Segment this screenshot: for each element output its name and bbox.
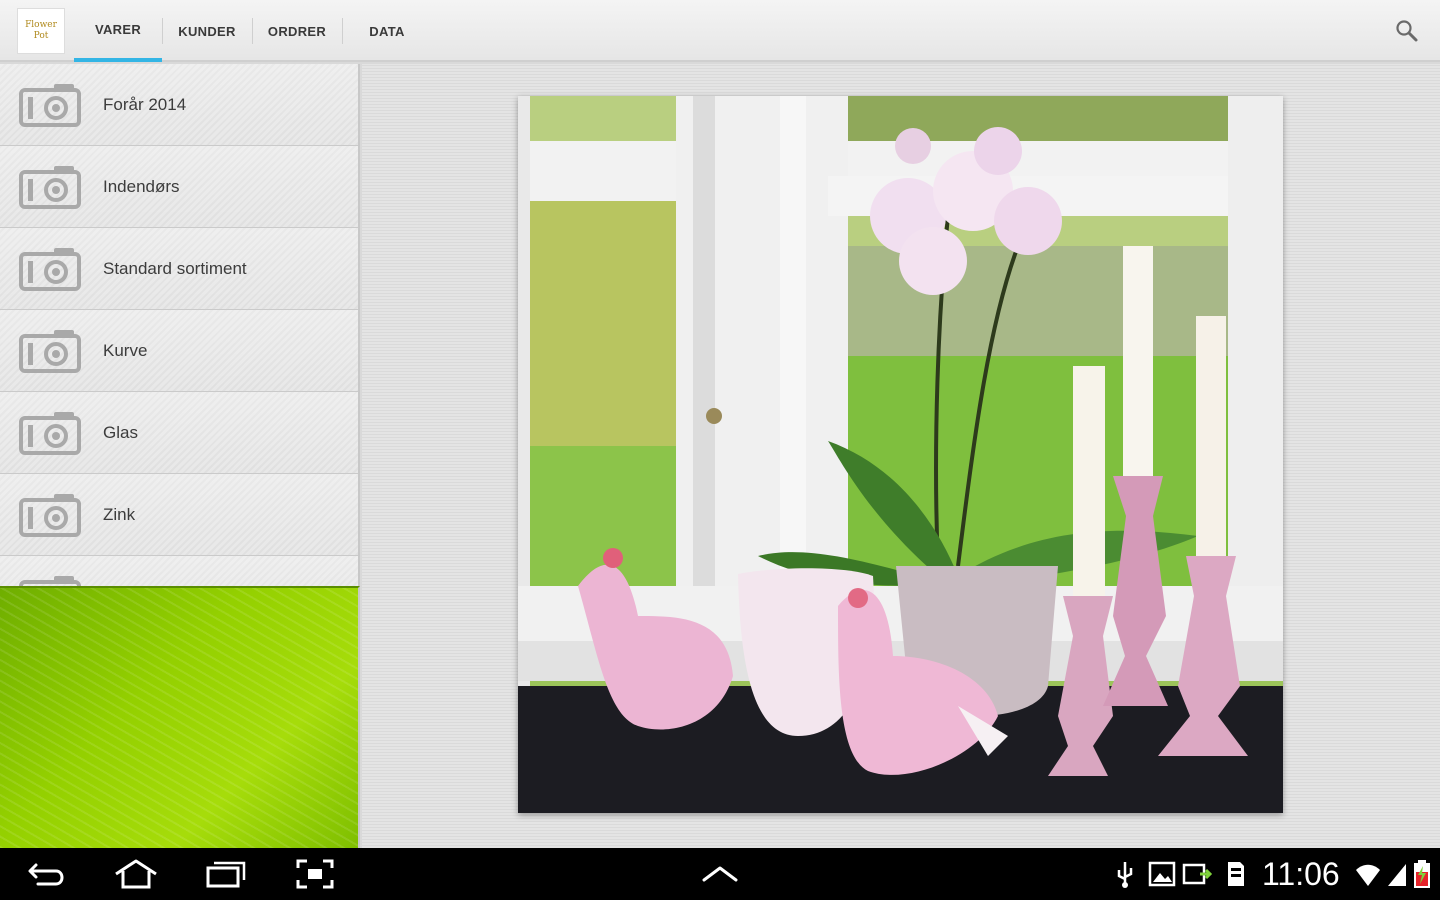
action-bar: Flower Pot VARER KUNDER ORDRER DATA <box>0 0 1440 62</box>
tab-label: ORDRER <box>267 23 327 39</box>
camera-icon <box>19 83 81 127</box>
home-icon[interactable] <box>112 858 160 890</box>
tab-ordrer[interactable]: ORDRER <box>252 0 342 62</box>
list-item-label: Zink <box>103 504 136 524</box>
list-item-foraar-2014[interactable]: Forår 2014 <box>0 64 358 146</box>
app-logo[interactable]: Flower Pot <box>17 8 65 54</box>
search-icon[interactable] <box>1394 18 1420 44</box>
leaf-background-image <box>0 586 360 848</box>
tab-data[interactable]: DATA <box>342 0 432 62</box>
gallery-icon <box>1148 861 1176 887</box>
list-item-indendoers[interactable]: Indendørs <box>0 146 358 228</box>
usb-icon <box>1117 862 1133 888</box>
camera-icon <box>19 247 81 291</box>
list-item-kurve[interactable]: Kurve <box>0 310 358 392</box>
tab-varer[interactable]: VARER <box>74 0 162 62</box>
list-item-label: Forår 2014 <box>103 94 187 114</box>
back-icon[interactable] <box>26 860 68 888</box>
list-item-label: Indendørs <box>103 176 180 196</box>
logo-line-1: Flower <box>25 20 57 30</box>
wifi-icon <box>1356 864 1380 886</box>
list-item-zink[interactable]: Zink <box>0 474 358 556</box>
camera-icon <box>19 493 81 537</box>
list-item-standard-sortiment[interactable]: Standard sortiment <box>0 228 358 310</box>
recent-apps-icon[interactable] <box>204 860 248 888</box>
content-area <box>362 64 1440 848</box>
tab-kunder[interactable]: KUNDER <box>162 0 252 62</box>
signal-icon <box>1388 864 1406 886</box>
list-item-glas[interactable]: Glas <box>0 392 358 474</box>
list-item-label: Kurve <box>103 340 148 360</box>
camera-icon <box>19 575 81 586</box>
system-nav-bar <box>0 848 1440 900</box>
camera-icon <box>19 329 81 373</box>
list-item-label: Glas <box>103 422 138 442</box>
camera-icon <box>19 411 81 455</box>
status-clock: 11:06 <box>1262 856 1340 892</box>
battery-icon <box>1414 860 1430 888</box>
list-item-partial[interactable] <box>0 556 358 586</box>
screenshot-icon[interactable] <box>295 858 335 890</box>
tab-bar: VARER KUNDER ORDRER DATA <box>74 0 432 62</box>
tab-label: VARER <box>94 21 142 37</box>
list-item-label: Standard sortiment <box>103 258 247 278</box>
chevron-up-icon[interactable] <box>700 864 740 884</box>
product-photo[interactable] <box>518 96 1283 813</box>
sync-icon <box>1182 863 1212 885</box>
sd-card-icon <box>1228 862 1244 886</box>
tab-label: DATA <box>369 23 405 39</box>
category-list[interactable]: Forår 2014 Indendørs Standard sortiment <box>0 64 360 586</box>
logo-line-2: Pot <box>33 31 49 41</box>
camera-icon <box>19 165 81 209</box>
tab-label: KUNDER <box>178 23 236 39</box>
